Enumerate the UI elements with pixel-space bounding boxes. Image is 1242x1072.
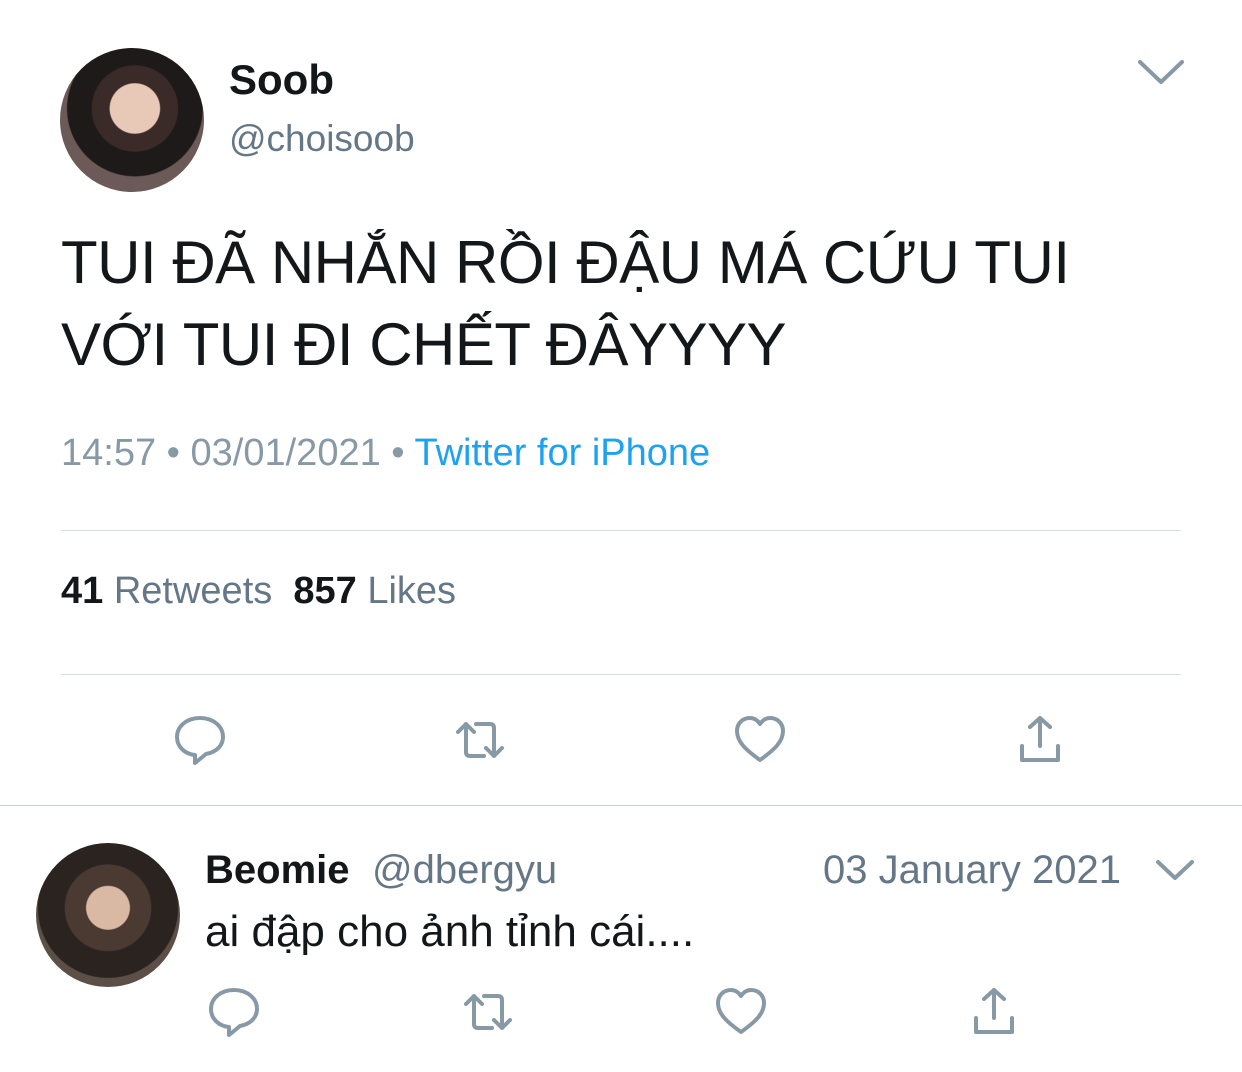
tweet-stats: 41 Retweets 857 Likes	[61, 570, 456, 613]
reply-date: 03 January 2021	[823, 848, 1122, 892]
likes-count: 857	[293, 570, 357, 612]
share-icon[interactable]	[966, 984, 1022, 1040]
retweets-count: 41	[61, 570, 104, 612]
reply-icon[interactable]	[172, 712, 228, 768]
heart-icon[interactable]	[713, 984, 769, 1040]
reply-author-handle[interactable]: @dbergyu	[372, 848, 557, 893]
retweet-icon[interactable]	[452, 712, 508, 768]
tweet-text: TUI ĐÃ NHẮN RỒI ĐẬU MÁ CỨU TUI VỚI TUI Đ…	[61, 229, 1070, 378]
divider	[0, 805, 1242, 806]
reply-author-name[interactable]: Beomie	[205, 848, 350, 893]
tweet-time: 14:57	[61, 432, 157, 474]
tweet-source-link[interactable]: Twitter for iPhone	[414, 432, 710, 474]
meta-separator: •	[166, 432, 180, 474]
divider	[61, 674, 1181, 675]
author-name[interactable]: Soob	[229, 56, 334, 104]
divider	[61, 530, 1181, 531]
likes-label: Likes	[367, 570, 457, 612]
retweets-stat[interactable]: 41 Retweets	[61, 570, 272, 612]
avatar[interactable]	[60, 48, 204, 192]
chevron-down-icon[interactable]	[1136, 52, 1186, 92]
author-handle[interactable]: @choisoob	[229, 118, 415, 160]
heart-icon[interactable]	[732, 712, 788, 768]
tweet-date: 03/01/2021	[190, 432, 381, 474]
meta-separator: •	[391, 432, 405, 474]
reply-text: ai đập cho ảnh tỉnh cái....	[205, 907, 695, 956]
tweet-meta: 14:57 • 03/01/2021 • Twitter for iPhone	[61, 432, 710, 475]
chevron-down-icon[interactable]	[1154, 852, 1196, 888]
share-icon[interactable]	[1012, 712, 1068, 768]
retweets-label: Retweets	[113, 570, 273, 612]
reply-icon[interactable]	[206, 984, 262, 1040]
reply-avatar[interactable]	[36, 843, 180, 987]
retweet-icon[interactable]	[460, 984, 516, 1040]
likes-stat[interactable]: 857 Likes	[293, 570, 456, 612]
